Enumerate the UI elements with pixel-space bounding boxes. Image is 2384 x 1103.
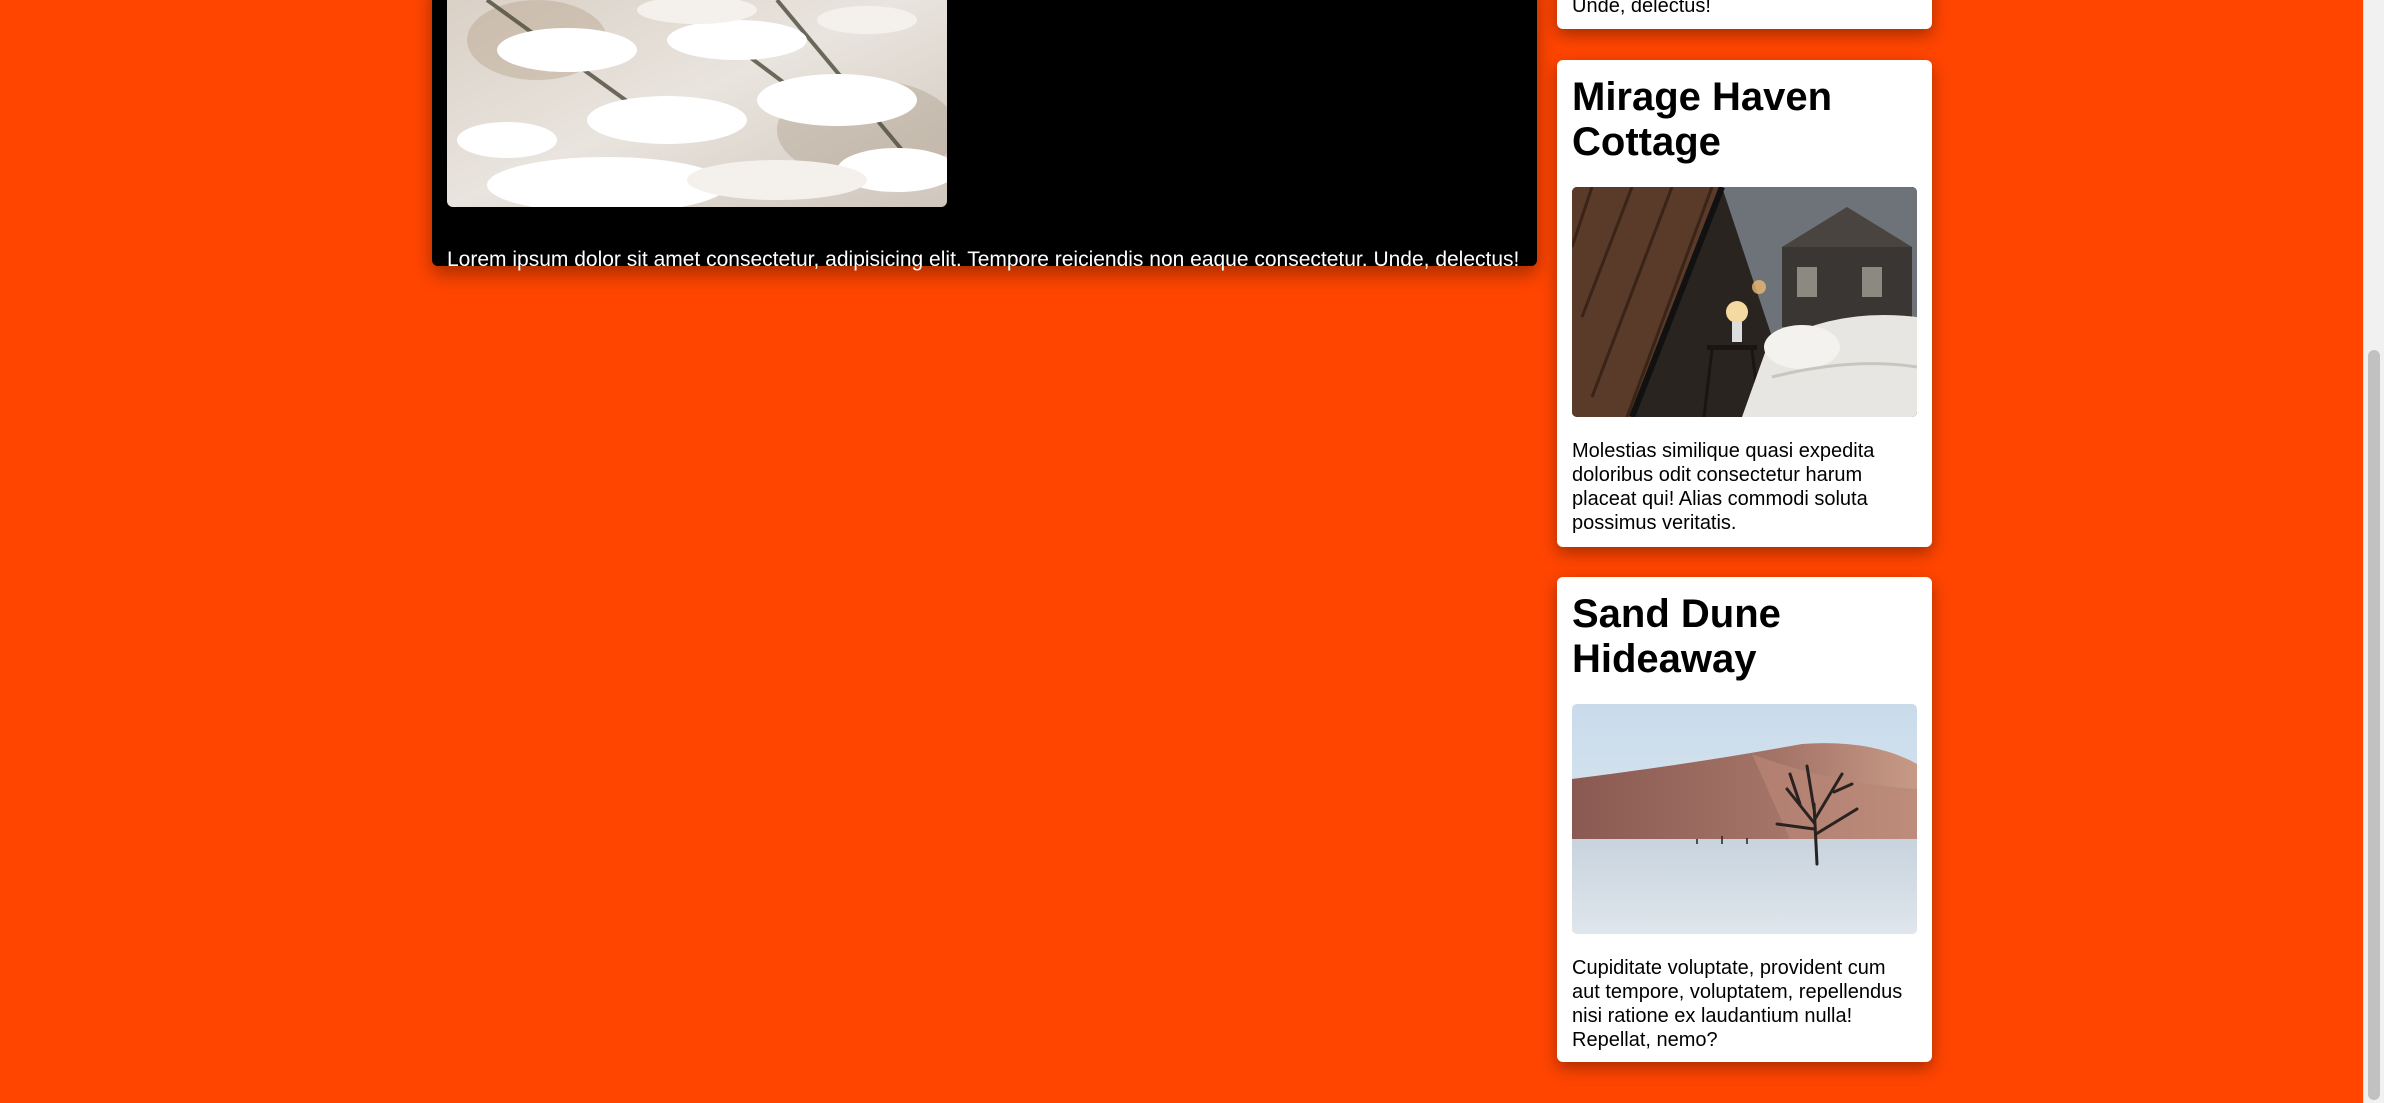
page: Lorem ipsum dolor sit amet consectetur, …: [0, 0, 2384, 1103]
cottage-card-sand-dune: Sand Dune Hideaway Cupiditate voluptate,…: [1557, 577, 1932, 1062]
featured-card: Lorem ipsum dolor sit amet consectetur, …: [432, 0, 1537, 271]
cottage-card-image: [1572, 703, 1917, 934]
desert-tree-illustration: [1572, 703, 1917, 934]
cottage-card-description: Molestias similique quasi expedita dolor…: [1572, 439, 1875, 534]
cottage-card-top: Unde, delectus!: [1557, 0, 1932, 29]
featured-card-caption: Lorem ipsum dolor sit amet consectetur, …: [447, 248, 1520, 271]
cabin-bedroom-illustration: [1572, 186, 1917, 417]
cottage-card-title: Mirage Haven Cottage: [1572, 75, 1833, 164]
cottage-card-description: Unde, delectus!: [1572, 0, 1711, 17]
cottage-card-title: Sand Dune Hideaway: [1572, 592, 1781, 681]
scrollbar-thumb[interactable]: [2368, 350, 2380, 1100]
snow-branches-illustration: [447, 0, 947, 207]
vertical-scrollbar[interactable]: [2363, 0, 2384, 1103]
cottage-card-description: Cupiditate voluptate, provident cum aut …: [1572, 956, 1903, 1051]
cottage-card-mirage-haven: Mirage Haven Cottage Molestias similique…: [1557, 60, 1932, 547]
cottage-card-image: [1572, 186, 1917, 417]
featured-card-image: [447, 0, 947, 207]
